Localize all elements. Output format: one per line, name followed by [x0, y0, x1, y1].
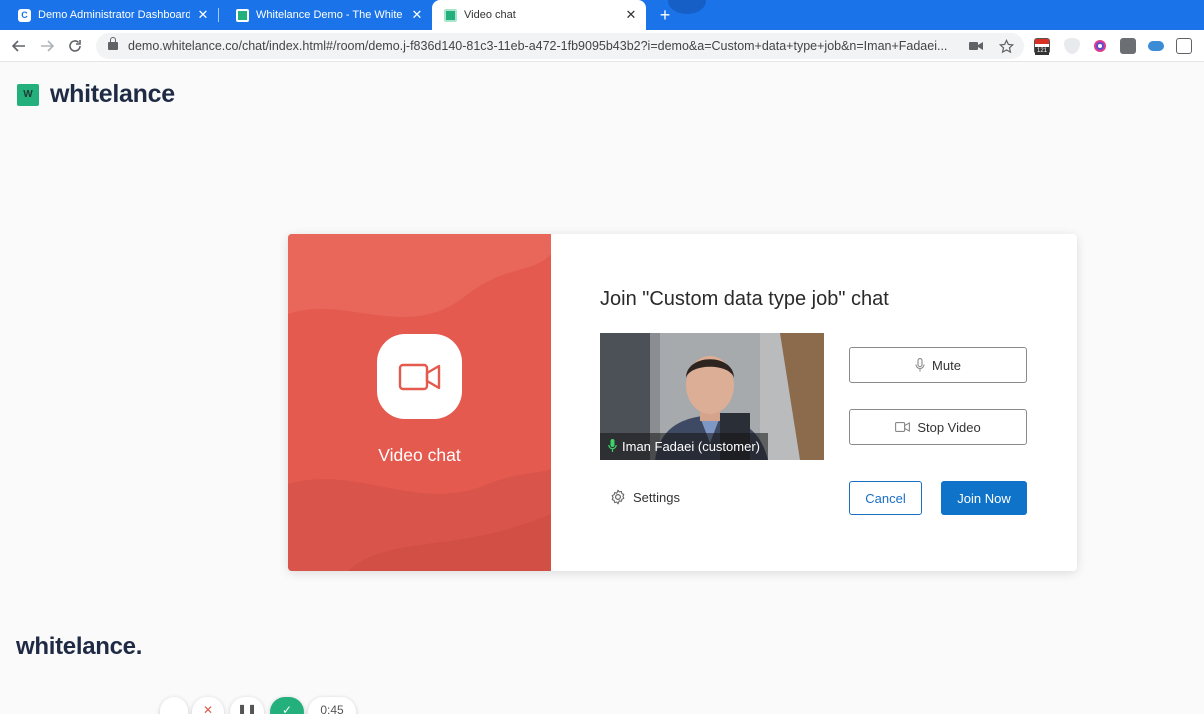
- video-chat-label: Video chat: [378, 445, 461, 465]
- screenshot-extension-icon[interactable]: [1176, 38, 1192, 54]
- lock-icon: [108, 37, 118, 50]
- microphone-icon: [608, 438, 617, 455]
- browser-toolbar: demo.whitelance.co/chat/index.html#/room…: [0, 30, 1204, 62]
- url-text: demo.whitelance.co/chat/index.html#/room…: [128, 39, 948, 53]
- cancel-button[interactable]: Cancel: [849, 481, 922, 515]
- tab-label: Demo Administrator Dashboard: [38, 9, 190, 21]
- recording-timer: 0:45: [308, 697, 356, 714]
- puzzle-extension-icon[interactable]: [1120, 38, 1136, 54]
- tab-favicon: [236, 8, 249, 22]
- calendar-extension-icon[interactable]: 121: [1034, 38, 1050, 55]
- microphone-icon: [915, 358, 925, 372]
- address-bar[interactable]: demo.whitelance.co/chat/index.html#/room…: [96, 33, 1024, 59]
- mute-label: Mute: [932, 357, 961, 373]
- tab-label: Whitelance Demo - The White La: [256, 9, 404, 21]
- join-now-button[interactable]: Join Now: [941, 481, 1027, 515]
- header-logo[interactable]: W whitelance: [17, 80, 175, 109]
- color-wheel-extension-icon[interactable]: [1092, 38, 1108, 54]
- player-back-button[interactable]: [160, 697, 188, 714]
- video-camera-icon: [895, 422, 911, 432]
- reload-icon[interactable]: [65, 36, 85, 56]
- tab-favicon: C: [18, 8, 31, 22]
- close-icon[interactable]: ✕: [410, 7, 424, 22]
- tab-label: Video chat: [464, 9, 516, 21]
- stop-video-button[interactable]: Stop Video: [849, 409, 1027, 445]
- settings-label: Settings: [633, 489, 680, 505]
- video-camera-icon: [398, 363, 440, 390]
- forward-arrow-icon[interactable]: [37, 36, 57, 56]
- tab-favicon: [444, 8, 457, 22]
- tab-video-chat[interactable]: Video chat ✕: [432, 0, 646, 30]
- camera-in-use-icon[interactable]: [968, 38, 984, 54]
- join-chat-card: Video chat Join "Custom data type job" c…: [288, 234, 1077, 571]
- cloud-extension-icon[interactable]: [1148, 41, 1164, 51]
- settings-button[interactable]: Settings: [610, 489, 680, 505]
- back-arrow-icon[interactable]: [9, 36, 29, 56]
- close-icon[interactable]: ✕: [192, 697, 224, 714]
- close-icon[interactable]: ✕: [624, 7, 638, 22]
- calendar-badge: 121: [1035, 47, 1049, 55]
- join-chat-title: Join "Custom data type job" chat: [600, 288, 889, 310]
- logo-mark: W: [17, 83, 39, 106]
- logo-wordmark: whitelance: [50, 80, 175, 108]
- participant-name: Iman Fadaei (customer): [622, 439, 760, 454]
- stop-video-label: Stop Video: [917, 419, 981, 435]
- camera-preview: Iman Fadaei (customer): [600, 333, 824, 460]
- footer-logo: whitelance.: [16, 633, 143, 660]
- bookmark-star-icon[interactable]: [998, 38, 1014, 54]
- tab-demo-administrator-dashboard[interactable]: C Demo Administrator Dashboard ✕: [0, 0, 218, 30]
- shield-extension-icon[interactable]: [1064, 38, 1080, 54]
- tab-whitelance-demo[interactable]: Whitelance Demo - The White La ✕: [218, 0, 432, 30]
- check-icon[interactable]: ✓: [270, 697, 304, 714]
- pause-icon[interactable]: ❚❚: [230, 697, 264, 714]
- close-icon[interactable]: ✕: [196, 7, 210, 22]
- gear-icon: [610, 489, 626, 505]
- new-tab-button[interactable]: +: [654, 4, 676, 26]
- video-camera-tile: [377, 334, 462, 419]
- card-left-panel: Video chat: [288, 234, 551, 571]
- browser-tab-strip: C Demo Administrator Dashboard ✕ Whitela…: [0, 0, 1204, 30]
- participant-caption: Iman Fadaei (customer): [600, 433, 768, 460]
- mute-button[interactable]: Mute: [849, 347, 1027, 383]
